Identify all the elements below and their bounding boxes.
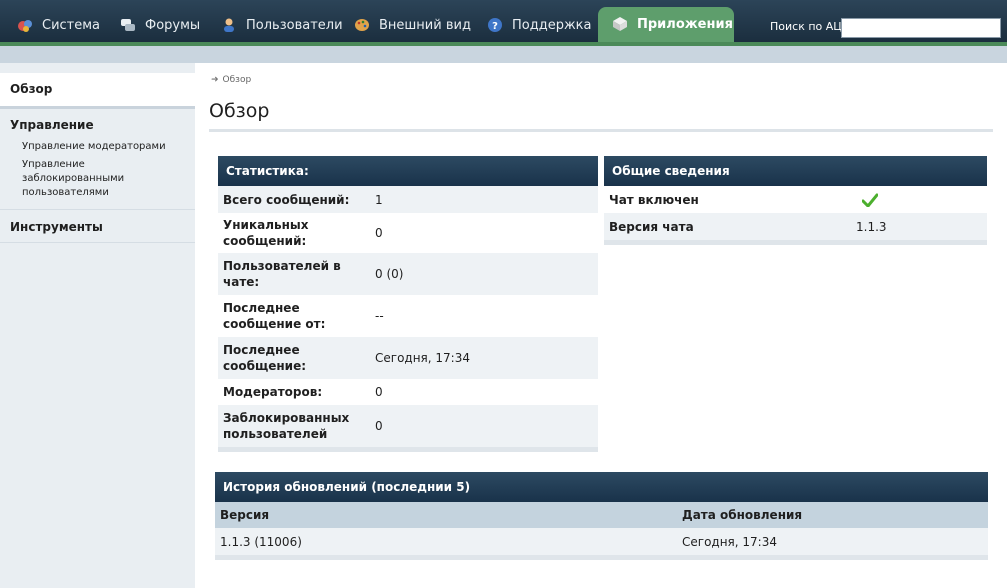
table-row: Версия чата 1.1.3 bbox=[604, 213, 987, 240]
tab-forums[interactable]: Форумы bbox=[120, 8, 200, 44]
breadcrumb: ➜ Обзор bbox=[211, 75, 251, 85]
history-panel: История обновлений (последнии 5) Версия … bbox=[215, 472, 988, 560]
panel-footer bbox=[215, 555, 988, 560]
table-row: Пользователей в чате: 0 (0) bbox=[218, 253, 598, 295]
table-row: Заблокированных пользователей 0 bbox=[218, 405, 598, 447]
title-divider bbox=[209, 129, 993, 132]
svg-text:?: ? bbox=[492, 21, 498, 32]
top-nav: Система Форумы Пользователи Внешний вид … bbox=[0, 0, 1007, 44]
panel-footer bbox=[218, 447, 598, 452]
history-table-header: Версия Дата обновления bbox=[215, 502, 988, 528]
arrow-right-icon: ➜ bbox=[211, 75, 219, 85]
table-row: Уникальных сообщений: 0 bbox=[223, 218, 383, 248]
column-header-date: Дата обновления bbox=[682, 508, 803, 522]
sidebar-divider bbox=[0, 242, 195, 243]
main-content: ➜ Обзор Обзор Статистика: Всего сообщений… bbox=[195, 63, 1007, 588]
search-input[interactable] bbox=[841, 18, 1001, 38]
system-icon bbox=[18, 19, 32, 32]
page-title: Обзор bbox=[209, 100, 270, 122]
sidebar-link-moderators[interactable]: Управление модераторами bbox=[22, 140, 182, 154]
table-row: Модераторов: 0 bbox=[223, 385, 383, 399]
breadcrumb-item-overview[interactable]: Обзор bbox=[223, 75, 252, 85]
column-header-version: Версия bbox=[220, 508, 270, 522]
sub-bar bbox=[0, 46, 1007, 63]
sidebar: Обзор Управление Управление модераторами… bbox=[0, 63, 195, 588]
general-panel: Общие сведения Чат включен Версия чата 1… bbox=[604, 156, 987, 456]
table-row: Последнее сообщение от: -- bbox=[223, 301, 384, 331]
table-row: 1.1.3 (11006) Сегодня, 17:34 bbox=[215, 528, 988, 555]
table-row: Всего сообщений: 1 bbox=[218, 186, 598, 213]
tab-system[interactable]: Система bbox=[17, 8, 100, 44]
search-label: Поиск по АЦ: bbox=[770, 20, 846, 33]
table-row: Чат включен bbox=[604, 186, 987, 213]
sidebar-link-banned-users[interactable]: Управление заблокированными пользователя… bbox=[22, 158, 142, 200]
sidebar-divider bbox=[0, 209, 195, 210]
sidebar-item-overview[interactable]: Обзор bbox=[0, 73, 195, 109]
forums-icon bbox=[121, 18, 135, 31]
palette-icon bbox=[355, 18, 369, 31]
apps-icon bbox=[613, 16, 627, 31]
history-panel-title: История обновлений (последнии 5) bbox=[215, 472, 988, 502]
sidebar-heading-tools[interactable]: Инструменты bbox=[10, 220, 103, 234]
stats-panel-title: Статистика: bbox=[218, 156, 598, 186]
check-icon bbox=[862, 193, 878, 207]
users-icon bbox=[224, 18, 234, 32]
general-panel-title: Общие сведения bbox=[604, 156, 987, 186]
sidebar-heading-manage: Управление bbox=[10, 118, 94, 132]
panel-footer bbox=[604, 240, 987, 245]
tab-appearance[interactable]: Внешний вид bbox=[354, 8, 471, 44]
stats-panel: Статистика: Всего сообщений: 1 Уникальны… bbox=[218, 156, 598, 452]
tab-applications[interactable]: Приложения bbox=[598, 7, 734, 44]
table-row: Последнее сообщение: Сегодня, 17:34 bbox=[218, 337, 598, 379]
help-icon: ? bbox=[488, 17, 502, 32]
tab-support[interactable]: ? Поддержка bbox=[487, 8, 592, 44]
tab-users[interactable]: Пользователи bbox=[221, 8, 343, 44]
